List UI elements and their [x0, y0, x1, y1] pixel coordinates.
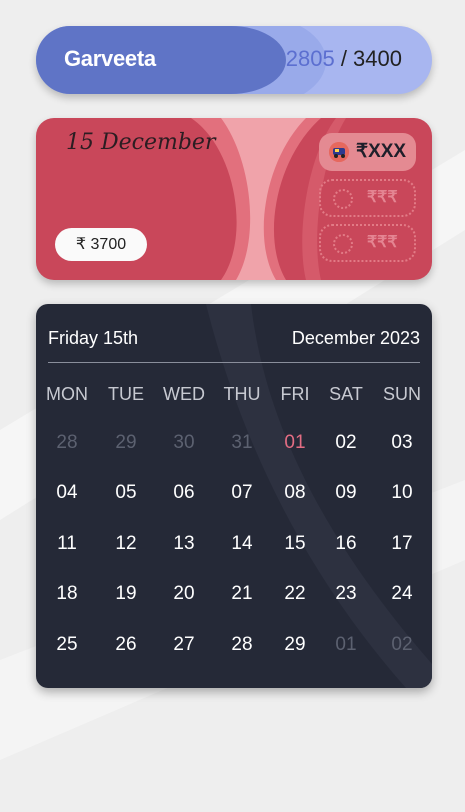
calendar-day[interactable]: 26: [98, 634, 154, 656]
calendar-day[interactable]: 16: [318, 533, 374, 555]
budget-separator: /: [334, 46, 354, 71]
calendar-day[interactable]: 23: [318, 583, 374, 605]
chip-label: ₹XXX: [356, 141, 407, 162]
calendar-day[interactable]: 28: [39, 432, 95, 454]
calendar-day[interactable]: 20: [156, 583, 212, 605]
calendar-day[interactable]: 24: [374, 583, 430, 605]
calendar-day[interactable]: 08: [267, 482, 323, 504]
calendar-day[interactable]: 14: [214, 533, 270, 555]
calendar-day[interactable]: 25: [39, 634, 95, 656]
calendar-day[interactable]: 17: [374, 533, 430, 555]
calendar-day[interactable]: 09: [318, 482, 374, 504]
expense-card[interactable]: 15 December ₹ 3700 ₹XXX ₹₹₹ ₹₹₹: [36, 118, 432, 280]
calendar-day[interactable]: 28: [214, 634, 270, 656]
calendar-day[interactable]: 06: [156, 482, 212, 504]
weekday-header: MON: [46, 384, 88, 404]
empty-slot-icon: [333, 234, 353, 254]
calendar-day[interactable]: 11: [39, 533, 95, 555]
card-date: 15 December: [66, 130, 216, 155]
calendar-day[interactable]: 01: [267, 432, 323, 454]
weekday-header: WED: [163, 384, 205, 404]
calendar-day[interactable]: 07: [214, 482, 270, 504]
chip-label: ₹₹₹: [367, 189, 398, 206]
calendar-day[interactable]: 29: [267, 634, 323, 656]
weekday-header: SAT: [329, 384, 363, 404]
calendar-day[interactable]: 13: [156, 533, 212, 555]
calendar-day[interactable]: 04: [39, 482, 95, 504]
calendar-day[interactable]: 30: [156, 432, 212, 454]
budget-used: 2805: [285, 46, 335, 71]
calendar-day[interactable]: 01: [318, 634, 374, 656]
expense-chip-placeholder[interactable]: ₹₹₹: [319, 224, 416, 262]
auto-rickshaw-icon: [329, 142, 349, 162]
expense-chip-active[interactable]: ₹XXX: [319, 133, 416, 171]
budget-header: Garveeta 2805 / 3400: [36, 26, 432, 94]
calendar-day[interactable]: 02: [318, 432, 374, 454]
calendar-day[interactable]: 15: [267, 533, 323, 555]
month-year-label[interactable]: December 2023: [292, 328, 420, 349]
user-name: Garveeta: [64, 46, 156, 71]
weekday-header: FRI: [280, 384, 310, 404]
weekday-header: THU: [223, 384, 261, 404]
calendar-day[interactable]: 29: [98, 432, 154, 454]
calendar-day[interactable]: 10: [374, 482, 430, 504]
calendar-day[interactable]: 27: [156, 634, 212, 656]
empty-slot-icon: [333, 189, 353, 209]
calendar-day[interactable]: 21: [214, 583, 270, 605]
calendar-day[interactable]: 19: [98, 583, 154, 605]
budget-total: 3400: [353, 46, 402, 71]
header-divider: [48, 362, 420, 363]
calendar-day[interactable]: 02: [374, 634, 430, 656]
weekday-header: TUE: [108, 384, 144, 404]
calendar-day[interactable]: 18: [39, 583, 95, 605]
calendar-day[interactable]: 31: [214, 432, 270, 454]
calendar-day[interactable]: 22: [267, 583, 323, 605]
calendar-day[interactable]: 03: [374, 432, 430, 454]
calendar-day[interactable]: 12: [98, 533, 154, 555]
calendar-day[interactable]: 05: [98, 482, 154, 504]
amount-badge[interactable]: ₹ 3700: [55, 228, 147, 261]
chip-label: ₹₹₹: [367, 234, 398, 251]
expense-chip-placeholder[interactable]: ₹₹₹: [319, 179, 416, 217]
weekday-header: SUN: [382, 384, 421, 404]
calendar: Friday 15th December 2023 MON TUE WED THU FR…: [36, 304, 432, 688]
budget-count: 2805 / 3400: [286, 26, 402, 94]
selected-day-label: Friday 15th: [48, 328, 139, 348]
